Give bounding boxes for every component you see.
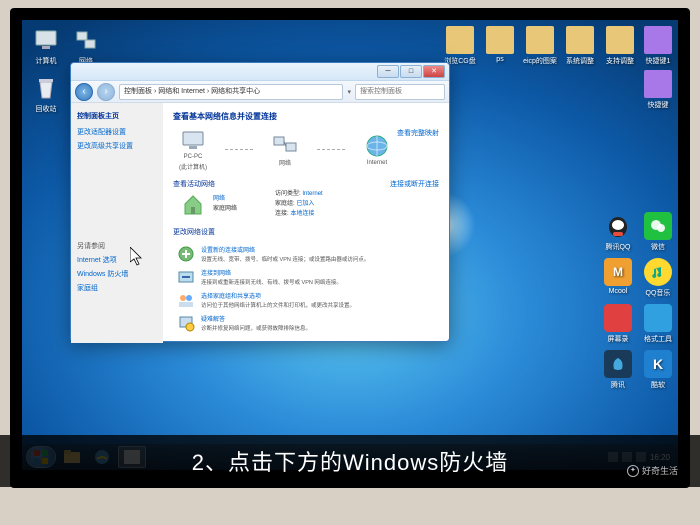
connect-disconnect-link[interactable]: 连接或断开连接 [390,179,439,189]
sidebar-link-adapter[interactable]: 更改适配器设置 [77,127,157,137]
desktop-icon-wechat[interactable]: 微信 [640,212,676,252]
homegroup-item[interactable]: 选择家庭组和共享选项访问位于其他网络计算机上的文件和打印机，或更改共享设置。 [173,291,439,309]
connect-icon [177,268,195,286]
desktop-icon-qqmusic[interactable]: QQ音乐 [640,258,676,298]
change-settings-heading: 更改网络设置 [173,227,439,237]
desktop-icon-recycle-bin[interactable]: 回收站 [28,74,64,114]
maximize-button[interactable]: □ [400,65,422,78]
homegroup-icon [177,291,195,309]
connection-link[interactable]: 本地连接 [290,211,314,217]
desktop-icon-folder-5[interactable]: 支持调整 [602,26,638,66]
main-panel: 查看基本网络信息并设置连接 查看完整映射 PC-PC (此计算机) 网络 Int… [163,103,449,343]
setup-connection-item[interactable]: 设置新的连接或网络设置无线、宽带、拨号、临时或 VPN 连接；或设置路由器或访问… [173,245,439,263]
search-input[interactable] [355,84,445,100]
breadcrumb[interactable]: 控制面板 › 网络和 Internet › 网络和共享中心 [119,84,343,100]
node-pc: PC-PC (此计算机) [179,128,207,171]
desktop-icon-network[interactable]: 网络 [68,26,104,66]
desktop-icon-kuai[interactable]: K酷软 [640,350,676,390]
page-title: 查看基本网络信息并设置连接 [173,111,439,122]
troubleshoot-icon [177,314,195,332]
back-button[interactable]: ‹ [75,83,93,101]
caption-overlay: 2、点击下方的Windows防火墙 [0,435,700,487]
desktop-icon-folder-2[interactable]: ps [482,26,518,63]
network-map: PC-PC (此计算机) 网络 Internet [173,128,397,171]
connect-network-item[interactable]: 连接到网络连接到或重新连接到无线、有线、拨号或 VPN 网络连接。 [173,268,439,286]
desktop-icon-folder-7[interactable]: 快捷键 [640,70,676,110]
desktop-icon-computer[interactable]: 计算机 [28,26,64,66]
network-name-link[interactable]: 网络 [213,194,237,204]
active-network-box: 网络 家庭网络 访问类型: Internet 家庭组: 已加入 连接: 本地连接 [173,189,439,219]
desktop-icon-folder-1[interactable]: 浏览CG盘 [442,26,478,66]
active-networks-heading: 查看活动网络 [173,181,215,188]
mouse-cursor [130,247,144,267]
desktop[interactable]: 计算机 网络 回收站 浏览CG盘 ps eicp的图案 系统调整 支持调整 快捷… [22,20,678,470]
desktop-icon-mcool[interactable]: MMcool [600,258,636,295]
desktop-icon-folder-6[interactable]: 快捷键1 [640,26,676,66]
address-bar-row: ‹ › 控制面板 › 网络和 Internet › 网络和共享中心 ▾ [71,81,449,103]
sidebar-link-windows-firewall[interactable]: Windows 防火墙 [77,269,157,279]
monitor-frame: 计算机 网络 回收站 浏览CG盘 ps eicp的图案 系统调整 支持调整 快捷… [10,8,690,488]
desktop-icon-tencent[interactable]: 腾讯 [600,350,636,390]
node-network: 网络 [271,132,299,167]
troubleshoot-item[interactable]: 疑难解答诊断并修复网络问题，或获得故障排除信息。 [173,314,439,332]
sidebar-heading: 控制面板主页 [77,111,157,121]
window-titlebar[interactable]: ─ □ ✕ [71,63,449,81]
sidebar-link-internet-options[interactable]: Internet 选项 [77,255,157,265]
watermark: ✦好奇生活 [627,464,678,477]
setup-icon [177,245,195,263]
home-network-icon [181,192,205,216]
minimize-button[interactable]: ─ [377,65,399,78]
desktop-icon-recorder[interactable]: 屏幕录 [600,304,636,344]
forward-button[interactable]: › [97,83,115,101]
sidebar: 控制面板主页 更改适配器设置 更改高级共享设置 另请参阅 Internet 选项… [71,103,163,343]
desktop-icon-folder-3[interactable]: eicp的图案 [522,26,558,66]
desktop-icon-qq[interactable]: 腾讯QQ [600,212,636,252]
close-button[interactable]: ✕ [423,65,445,78]
desktop-icon-format[interactable]: 格式工具 [640,304,676,344]
sidebar-also-heading: 另请参阅 [77,241,157,251]
desktop-icon-folder-4[interactable]: 系统调整 [562,26,598,66]
sidebar-link-sharing[interactable]: 更改高级共享设置 [77,141,157,151]
view-full-map-link[interactable]: 查看完整映射 [397,128,439,138]
sidebar-link-homegroup[interactable]: 家庭组 [77,283,157,293]
control-panel-window: ─ □ ✕ ‹ › 控制面板 › 网络和 Internet › 网络和共享中心 … [70,62,450,342]
node-internet: Internet [363,134,391,166]
